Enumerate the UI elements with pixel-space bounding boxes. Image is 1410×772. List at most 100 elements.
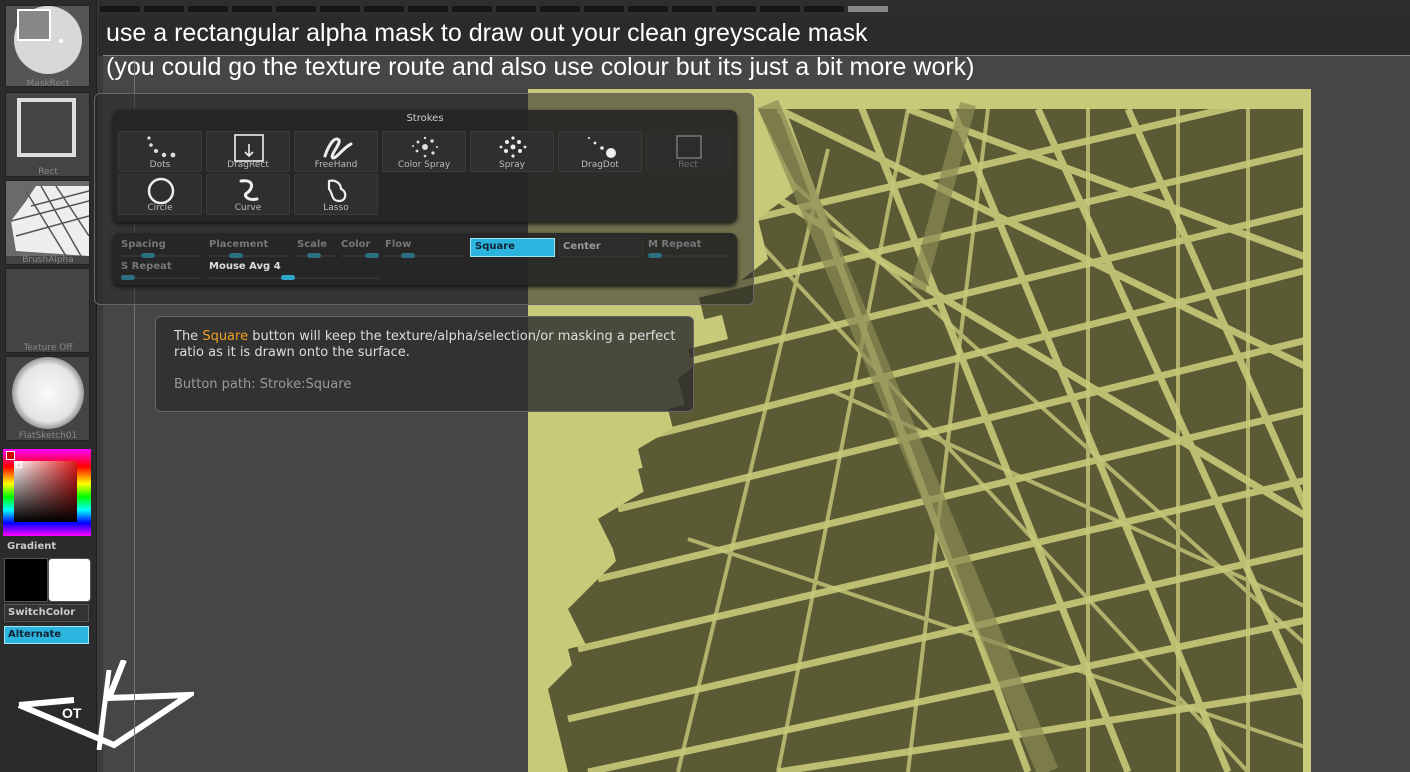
color-slider[interactable]: Color — [341, 239, 379, 258]
stroke-rect-button[interactable]: Rect — [646, 131, 730, 172]
toolbar-segment — [672, 6, 712, 12]
slider-knob[interactable] — [281, 275, 295, 280]
toolbar-segment — [804, 6, 844, 12]
stroke-freehand-button[interactable]: FreeHand — [294, 131, 378, 172]
mouse-avg-label: Mouse Avg 4 — [209, 261, 281, 272]
toolbar-segment — [716, 6, 756, 12]
caption-line-1: use a rectangular alpha mask to draw out… — [106, 19, 868, 47]
circle-icon — [147, 177, 175, 205]
material-slot[interactable] — [5, 356, 90, 441]
strokes-title: Strokes — [406, 113, 444, 124]
slider-knob[interactable] — [121, 275, 135, 280]
slider-knob[interactable] — [229, 253, 243, 258]
slider-knob[interactable] — [307, 253, 321, 258]
tooltip-text-after: button will keep the texture/alpha/selec… — [174, 329, 676, 360]
logo: OT — [17, 660, 194, 750]
color-picker-cursor[interactable] — [16, 462, 22, 468]
stroke-label: Color Spray — [397, 160, 451, 170]
stroke-color-spray-button[interactable]: Color Spray — [382, 131, 466, 172]
scale-slider[interactable]: Scale — [297, 239, 335, 258]
primary-color-swatch[interactable] — [4, 558, 48, 602]
lasso-icon — [327, 179, 347, 203]
brush-alpha-slot[interactable] — [5, 180, 90, 265]
stroke-lasso-button[interactable]: Lasso — [294, 174, 378, 215]
tooltip-text: The Square button will keep the texture/… — [174, 329, 684, 361]
square-button[interactable]: Square — [470, 238, 555, 257]
switch-color-button[interactable]: SwitchColor — [4, 604, 89, 622]
stroke-dragdot-button[interactable]: DragDot — [558, 131, 642, 172]
main-color-swatch[interactable] — [6, 451, 15, 460]
brush-alpha-map-icon — [6, 181, 90, 257]
rect-label: Rect — [38, 167, 58, 177]
stroke-spray-button[interactable]: Spray — [470, 131, 554, 172]
s-repeat-slider[interactable]: S Repeat — [121, 261, 201, 280]
mouse-avg-slider[interactable]: Mouse Avg 4 — [209, 261, 379, 280]
gradient-label: Gradient — [7, 541, 57, 552]
slider-track[interactable] — [385, 255, 465, 257]
curve-icon — [239, 179, 259, 201]
stroke-label: Spray — [499, 160, 525, 170]
stroke-dragrect-button[interactable]: DragRect — [206, 131, 290, 172]
texture-off-slot[interactable] — [5, 268, 90, 353]
toolbar-segment — [276, 6, 316, 12]
stroke-label: Circle — [147, 203, 173, 213]
brush-alpha-label: BrushAlpha — [22, 255, 74, 265]
spacing-label: Spacing — [121, 239, 166, 250]
toolbar-segment — [760, 6, 800, 12]
slider-knob[interactable] — [648, 253, 662, 258]
s-repeat-label: S Repeat — [121, 261, 172, 272]
color-label: Color — [341, 239, 371, 250]
guide-line-horizontal — [103, 55, 1410, 56]
m-repeat-label: M Repeat — [648, 239, 702, 250]
material-label: FlatSketch01 — [18, 431, 78, 441]
flow-slider[interactable]: Flow — [385, 239, 465, 258]
stroke-label: Curve — [234, 203, 262, 213]
stroke-label: Dots — [149, 160, 171, 170]
stroke-circle-button[interactable]: Circle — [118, 174, 202, 215]
toolbar-segment — [232, 6, 272, 12]
spacing-slider[interactable]: Spacing — [121, 239, 201, 258]
left-shelf: MaskRect Rect BrushAlpha Texture Off Fla… — [0, 0, 194, 772]
maskrect-slot[interactable] — [5, 5, 90, 87]
m-repeat-slider[interactable]: M Repeat — [648, 239, 728, 258]
toolbar-segment — [628, 6, 668, 12]
freehand-icon — [323, 137, 353, 160]
color-picker-square[interactable] — [14, 461, 77, 522]
stroke-label: FreeHand — [314, 160, 358, 170]
placement-slider[interactable]: Placement — [209, 239, 289, 258]
toolbar-segment — [408, 6, 448, 12]
maskrect-label: MaskRect — [26, 79, 70, 89]
tooltip: The Square button will keep the texture/… — [155, 316, 694, 412]
slider-track[interactable] — [209, 255, 289, 257]
stroke-curve-button[interactable]: Curve — [206, 174, 290, 215]
rect-slot[interactable] — [5, 92, 90, 177]
slider-track[interactable] — [121, 255, 201, 257]
toolbar-segment — [584, 6, 624, 12]
sphere-material-icon — [12, 357, 84, 429]
slider-knob[interactable] — [141, 253, 155, 258]
secondary-color-swatch[interactable] — [48, 558, 91, 602]
alternate-button[interactable]: Alternate — [4, 626, 89, 644]
rect-icon — [6, 93, 89, 169]
toolbar-segment-active[interactable] — [848, 6, 888, 12]
toolbar-segment — [100, 6, 140, 12]
toolbar-segment — [320, 6, 360, 12]
slider-knob[interactable] — [365, 253, 379, 258]
toolbar-segment — [452, 6, 492, 12]
stroke-label: DragRect — [227, 160, 269, 170]
slider-knob[interactable] — [401, 253, 415, 258]
stroke-settings-group — [113, 233, 737, 285]
dragdot-icon — [588, 137, 616, 158]
tooltip-highlight: Square — [202, 329, 249, 344]
rect-stroke-icon — [676, 135, 702, 159]
texture-off-label: Texture Off — [23, 343, 73, 353]
flow-label: Flow — [385, 239, 412, 250]
toolbar-segment — [364, 6, 404, 12]
stroke-dots-button[interactable]: Dots — [118, 131, 202, 172]
center-button[interactable]: Center — [559, 238, 643, 257]
caption-line-2: (you could go the texture route and also… — [106, 53, 975, 81]
spray-icon — [499, 136, 527, 158]
toolbar-segment — [496, 6, 536, 12]
dots-icon — [147, 136, 176, 158]
tooltip-text-before: The — [174, 329, 203, 344]
